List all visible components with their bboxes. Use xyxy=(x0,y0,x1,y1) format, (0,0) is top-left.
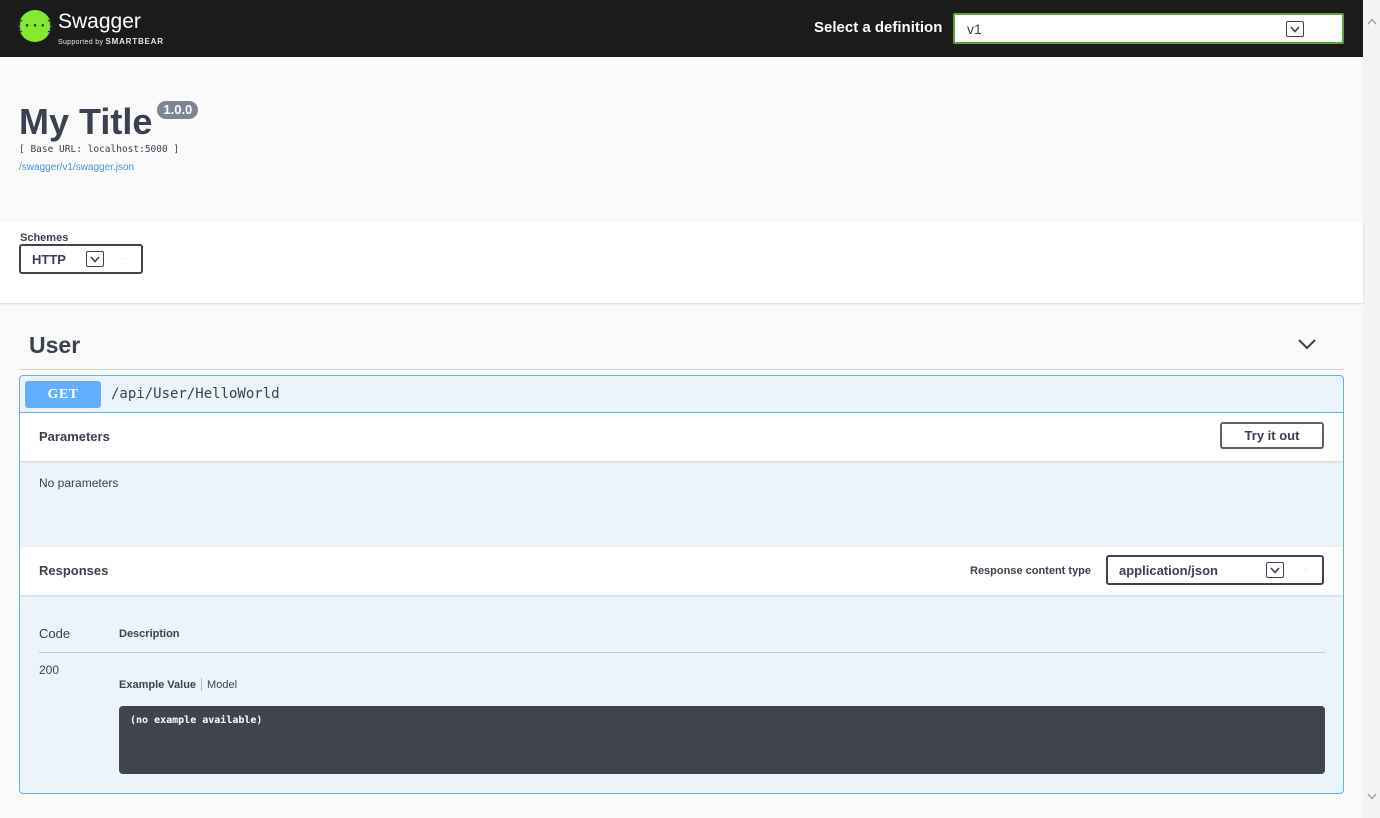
logo-sub: Supported by SMARTBEAR xyxy=(58,37,164,46)
tag-header-user[interactable]: User xyxy=(19,320,1344,370)
definition-select[interactable]: v1 xyxy=(953,13,1344,44)
page-scrollbar[interactable] xyxy=(1363,0,1380,818)
response-content-type-select[interactable]: application/json · xyxy=(1106,555,1324,585)
version-badge: 1.0.0 xyxy=(157,101,199,119)
topbar: {···} Swagger Supported by SMARTBEAR Sel… xyxy=(0,0,1363,57)
tab-example-value[interactable]: Example Value xyxy=(119,679,196,691)
responses-title: Responses xyxy=(39,563,109,578)
schemes-label: Schemes xyxy=(20,232,69,244)
parameters-title: Parameters xyxy=(39,429,110,444)
column-header-description: Description xyxy=(119,628,180,640)
logo-word: Swagger xyxy=(58,10,141,33)
tag-name: User xyxy=(29,332,81,358)
select-dot: · xyxy=(121,254,124,263)
response-content-type-label: Response content type xyxy=(970,565,1092,577)
scroll-down-icon[interactable] xyxy=(1363,788,1380,805)
responses-header: Responses Response content type applicat… xyxy=(20,547,1343,595)
response-code: 200 xyxy=(39,663,60,677)
column-header-code: Code xyxy=(39,626,71,641)
base-url: [ Base URL: localhost:5000 ] xyxy=(19,144,180,155)
spec-link[interactable]: /swagger/v1/swagger.json xyxy=(19,162,134,173)
definition-value: v1 xyxy=(967,21,982,37)
example-code-block: (no example available) xyxy=(119,706,1325,774)
schemes-select[interactable]: HTTP · xyxy=(19,244,143,274)
dropdown-arrow-icon xyxy=(86,251,104,267)
swagger-logo[interactable]: {···} Swagger Supported by SMARTBEAR xyxy=(15,10,164,48)
dropdown-arrow-icon xyxy=(1266,562,1284,578)
schemes-value: HTTP xyxy=(32,252,66,267)
parameters-header: Parameters Try it out xyxy=(20,413,1343,461)
tab-separator xyxy=(201,678,203,691)
example-text: (no example available) xyxy=(130,715,263,726)
tab-model[interactable]: Model xyxy=(207,679,237,691)
method-badge: GET xyxy=(25,381,101,408)
response-content-type-value: application/json xyxy=(1119,563,1218,578)
schemes-section: Schemes HTTP · xyxy=(0,222,1363,303)
select-dot: · xyxy=(1304,565,1307,574)
operation-path: /api/User/HelloWorld xyxy=(111,386,280,402)
swagger-logo-icon: {···} xyxy=(15,10,55,42)
dropdown-arrow-icon xyxy=(1286,21,1304,37)
no-parameters-text: No parameters xyxy=(39,476,119,490)
operation-get-helloworld: GET /api/User/HelloWorld Parameters Try … xyxy=(19,375,1344,794)
page-title: My Title xyxy=(19,101,153,142)
example-tabs: Example Value Model xyxy=(119,678,237,691)
definition-label: Select a definition xyxy=(814,19,943,36)
chevron-down-icon[interactable] xyxy=(1297,334,1317,354)
scroll-up-icon[interactable] xyxy=(1363,13,1380,30)
info-title-row: My Title 1.0.0 xyxy=(19,100,199,144)
divider xyxy=(39,652,1325,653)
try-it-out-button[interactable]: Try it out xyxy=(1220,422,1324,449)
operation-summary[interactable]: GET /api/User/HelloWorld xyxy=(20,376,1343,413)
